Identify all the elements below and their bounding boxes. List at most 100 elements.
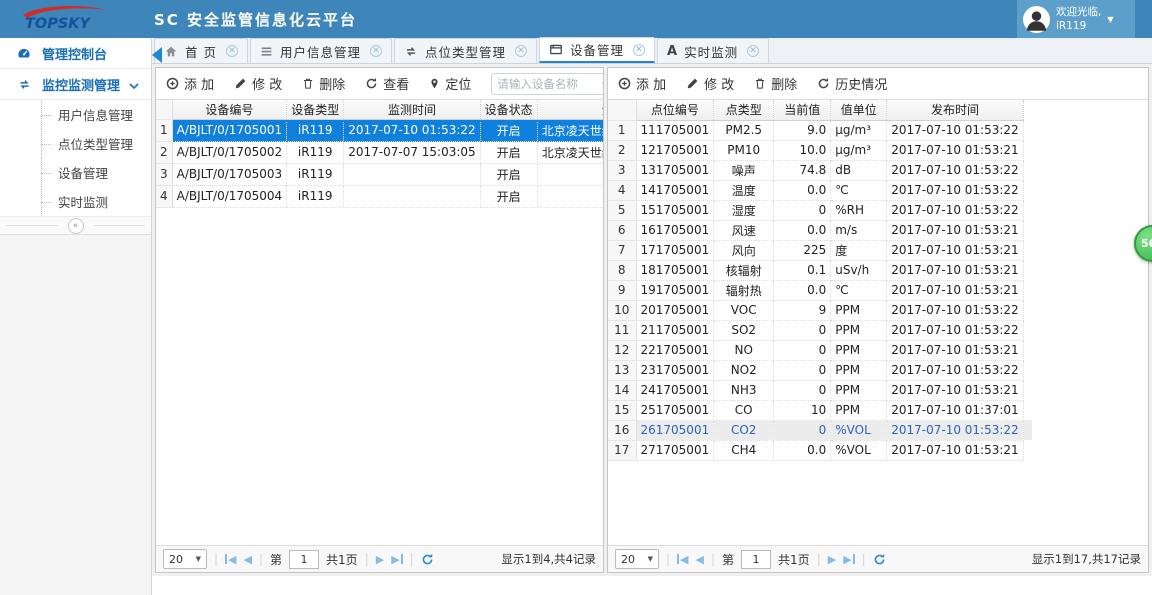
table-row[interactable]: 2 A/BJLT/0/1705002 iR119 2017-07-07 15:03:0… [156,141,603,164]
next-page-button[interactable]: ▶ [376,553,384,566]
table-row[interactable]: 4 141705001 温度 0.0 ℃ 2017-07-10 01:53:22 [608,180,1032,201]
column-header[interactable]: 点类型 [713,100,775,121]
table-row[interactable]: 3 131705001 噪声 74.8 dB 2017-07-10 01:53:22 [608,160,1032,181]
page-size-select[interactable]: 20 ▼ [615,549,659,569]
add-button[interactable]: 添 加 [166,74,214,93]
close-icon[interactable]: ✕ [370,45,382,57]
edit-button[interactable]: 修 改 [686,74,734,93]
row-number: 14 [608,380,637,401]
top-header-bar: TOPSKY SC 安全监管信息化云平台 欢迎光临, iR119 ▼ [0,0,1152,38]
table-row[interactable]: 2 121705001 PM10 10.0 μg/m³ 2017-07-10 01:53:… [608,140,1032,161]
button-label: 修 改 [704,78,735,93]
cell: 2017-07-10 01:53:21 [886,140,1024,161]
main-content: 首 页 ✕ 用户信息管理 ✕ 点位类型管理 ✕ 设备管理 ✕ A 实时监测 ✕ … [152,37,1152,595]
close-icon[interactable]: ✕ [225,45,238,57]
reload-icon[interactable] [421,553,434,566]
column-header[interactable]: 设备编号 [172,100,288,120]
edit-button[interactable]: 修 改 [234,74,282,93]
column-header[interactable]: 当前值 [773,100,832,121]
prev-page-button[interactable]: ◀ [696,553,704,566]
search-input[interactable] [497,76,602,91]
table-row[interactable]: 14 241705001 NH3 0 PPM 2017-07-10 01:53:21 [608,380,1032,401]
table-row[interactable]: 1 A/BJLT/0/1705001 iR119 2017-07-10 01:53:2… [156,119,603,142]
table-row[interactable]: 12 221705001 NO 0 PPM 2017-07-10 01:53:21 [608,340,1032,361]
cell: 74.8 [773,160,832,181]
cell [343,163,481,186]
table-row[interactable]: 13 231705001 NO2 0 PPM 2017-07-10 01:53:22 [608,360,1032,381]
cell: iR119 [286,185,345,208]
collapse-icon[interactable]: « [67,217,84,234]
add-button[interactable]: 添 加 [618,74,666,93]
sidebar-item-point-type[interactable]: 点位类型管理 [0,129,151,158]
reload-icon[interactable] [873,553,886,566]
point-pager: 20▼ | ◀ ◀ | 第 共1页 | ▶ ▶ | 显示1到17,共17记录 [608,545,1148,572]
close-icon[interactable]: ✕ [633,43,646,56]
table-row[interactable]: 4 A/BJLT/0/1705004 iR119 开启 [156,185,603,208]
table-row[interactable]: 5 151705001 湿度 0 %RH 2017-07-10 01:53:22 [608,200,1032,221]
locate-button[interactable]: 定位 [429,74,471,93]
close-icon[interactable]: ✕ [747,45,760,57]
column-header[interactable]: 设备类型 [286,100,345,120]
sidebar-item-console[interactable]: 管理控制台 [0,38,151,69]
cell [343,185,481,208]
button-label: 添 加 [636,78,667,93]
tab-label: 首 页 [185,44,217,60]
cell: μg/m³ [830,140,888,161]
table-row[interactable]: 9 191705001 辐射热 0.0 ℃ 2017-07-10 01:53:21 [608,280,1032,301]
last-page-button[interactable]: ▶ [391,553,402,566]
table-row[interactable]: 15 251705001 CO 10 PPM 2017-07-10 01:37:01 [608,400,1032,421]
tab-label: 用户信息管理 [279,44,361,60]
next-page-button[interactable]: ▶ [828,553,836,566]
column-header[interactable]: 监测时间 [343,100,481,120]
prev-page-button[interactable]: ◀ [244,553,252,566]
delete-button[interactable]: 删除 [754,74,797,93]
row-number: 3 [156,163,173,186]
history-button[interactable]: 历史情况 [817,74,887,93]
tab-point-type[interactable]: 点位类型管理 ✕ [394,38,538,63]
column-header[interactable]: 设备状态 [480,100,538,120]
button-label: 删除 [771,78,798,93]
tab-realtime[interactable]: A 实时监测 ✕ [657,38,770,63]
column-header[interactable]: 点位编号 [636,100,715,121]
sidebar-item-user-info[interactable]: 用户信息管理 [0,100,151,129]
table-row[interactable]: 1 111705001 PM2.5 9.0 μg/m³ 2017-07-10 01:53:… [608,120,1032,141]
table-row[interactable]: 3 A/BJLT/0/1705003 iR119 开启 [156,163,603,186]
table-row[interactable]: 6 161705001 风速 0.0 m/s 2017-07-10 01:53:21 [608,220,1032,241]
column-header[interactable]: 值单位 [830,100,888,121]
last-page-button[interactable]: ▶ [843,553,854,566]
table-row[interactable]: 8 181705001 核辐射 0.1 uSv/h 2017-07-10 01:53:21 [608,260,1032,281]
column-header[interactable]: 企业名称 [537,100,603,120]
sidebar-collapse-bar[interactable]: « [0,217,151,235]
tab-home[interactable]: 首 页 ✕ [154,38,248,63]
table-row[interactable]: 7 171705001 风向 225 度 2017-07-10 01:53:21 [608,240,1032,261]
cell: 2017-07-10 01:53:21 [886,340,1024,361]
row-number: 7 [608,240,637,261]
page-number-input[interactable] [741,549,772,569]
cell: 辐射热 [713,280,775,301]
table-row[interactable]: 16 261705001 CO2 0 %VOL 2017-07-10 01:53:22 [608,420,1032,441]
column-header[interactable]: 发布时间 [886,100,1024,121]
delete-button[interactable]: 删除 [302,74,345,93]
cell: 251705001 [636,400,715,421]
table-row[interactable]: 17 271705001 CH4 0.0 %VOL 2017-07-10 01:53:21 [608,440,1032,461]
cell: m/s [830,220,888,241]
user-menu[interactable]: 欢迎光临, iR119 ▼ [1017,0,1135,38]
row-number: 9 [608,280,637,301]
page-number-input[interactable] [289,549,320,569]
avatar-icon [1023,5,1050,33]
view-button[interactable]: 查看 [365,74,409,93]
first-page-button[interactable]: ◀ [677,553,688,566]
sidebar-item-realtime[interactable]: 实时监测 [0,187,151,216]
cell: ℃ [830,280,888,301]
tab-device-mgmt[interactable]: 设备管理 ✕ [539,37,656,63]
sidebar-group-monitoring[interactable]: 监控监测管理 [0,69,151,100]
tab-user-info[interactable]: 用户信息管理 ✕ [249,38,392,63]
page-size-select[interactable]: 20 ▼ [163,549,207,569]
table-row[interactable]: 11 211705001 SO2 0 PPM 2017-07-10 01:53:22 [608,320,1032,341]
first-page-button[interactable]: ◀ [225,553,236,566]
search-icon[interactable] [601,77,604,90]
close-icon[interactable]: ✕ [515,45,528,57]
cell: 2017-07-10 01:53:21 [886,260,1024,281]
table-row[interactable]: 10 201705001 VOC 9 PPM 2017-07-10 01:53:22 [608,300,1032,321]
sidebar-item-device-mgmt[interactable]: 设备管理 [0,158,151,187]
